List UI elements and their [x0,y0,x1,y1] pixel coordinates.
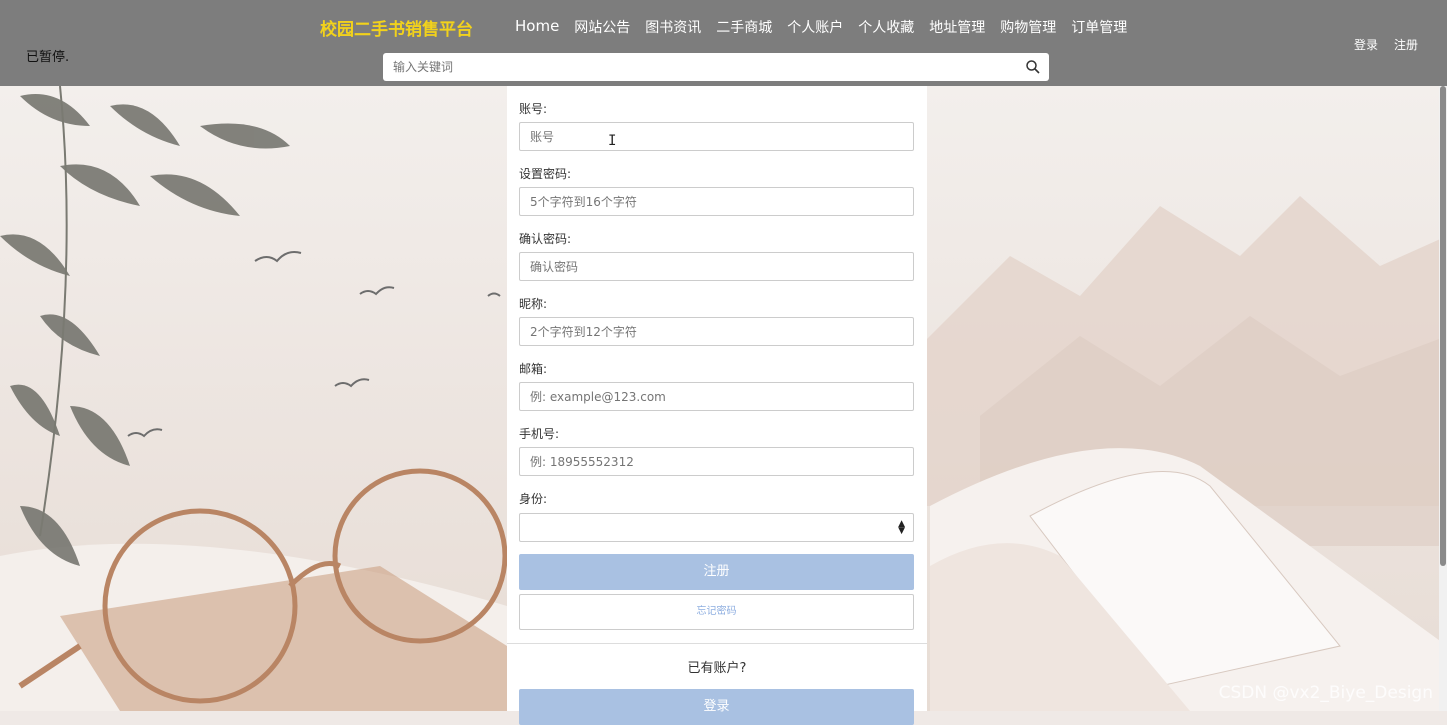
divider [507,643,927,644]
nav-item-book-news[interactable]: 图书资讯 [645,17,701,37]
phone-label: 手机号: [519,427,560,441]
confirm-password-input[interactable] [519,252,914,281]
nav-item-address-management[interactable]: 地址管理 [929,17,985,37]
top-navigation-bar: 已暂停. 校园二手书销售平台 Home 网站公告 图书资讯 二手商城 个人账户 … [0,0,1447,86]
text-cursor-icon: I [608,133,617,149]
header-register-link[interactable]: 注册 [1394,36,1418,53]
login-button[interactable]: 登录 [519,689,914,725]
has-account-text: 已有账户? [687,661,747,676]
nav-item-announcements[interactable]: 网站公告 [574,17,630,37]
register-form-panel: 账号: 设置密码: 确认密码: 昵称: 邮箱: 手机号: 身份: ▲▼ 注册 忘… [507,86,927,725]
nav-item-personal-account[interactable]: 个人账户 [787,17,843,37]
nickname-input[interactable] [519,317,914,346]
site-brand[interactable]: 校园二手书销售平台 [320,15,473,40]
header-login-link[interactable]: 登录 [1354,36,1378,53]
status-text: 已暂停. [26,50,70,65]
search-icon[interactable] [1025,59,1041,75]
account-label: 账号: [519,102,548,116]
nav-item-favorites[interactable]: 个人收藏 [858,17,914,37]
email-input[interactable] [519,382,914,411]
nav-item-order-management[interactable]: 订单管理 [1071,17,1127,37]
email-label: 邮箱: [519,362,548,376]
page-scrollbar[interactable] [1439,86,1447,711]
password-input[interactable] [519,187,914,216]
account-input[interactable] [519,122,914,151]
phone-input[interactable] [519,447,914,476]
nickname-label: 昵称: [519,297,548,311]
register-button[interactable]: 注册 [519,554,914,590]
search-input[interactable] [383,53,993,81]
nav-item-shopping-management[interactable]: 购物管理 [1000,17,1056,37]
select-caret-icon: ▲ ▼ [898,519,905,536]
scrollbar-thumb[interactable] [1440,86,1446,566]
watermark: CSDN @vx2_Biye_Design [1218,683,1433,703]
forgot-password-button[interactable]: 忘记密码 [519,594,914,630]
nav-item-secondhand-mall[interactable]: 二手商城 [716,17,772,37]
main-nav: Home 网站公告 图书资讯 二手商城 个人账户 个人收藏 地址管理 购物管理 … [515,17,1142,37]
confirm-password-label: 确认密码: [519,232,572,246]
nav-item-home[interactable]: Home [515,17,559,37]
search-bar [383,53,1049,81]
identity-label: 身份: [519,492,548,506]
identity-select[interactable]: ▲ ▼ [519,513,914,542]
password-label: 设置密码: [519,167,572,181]
